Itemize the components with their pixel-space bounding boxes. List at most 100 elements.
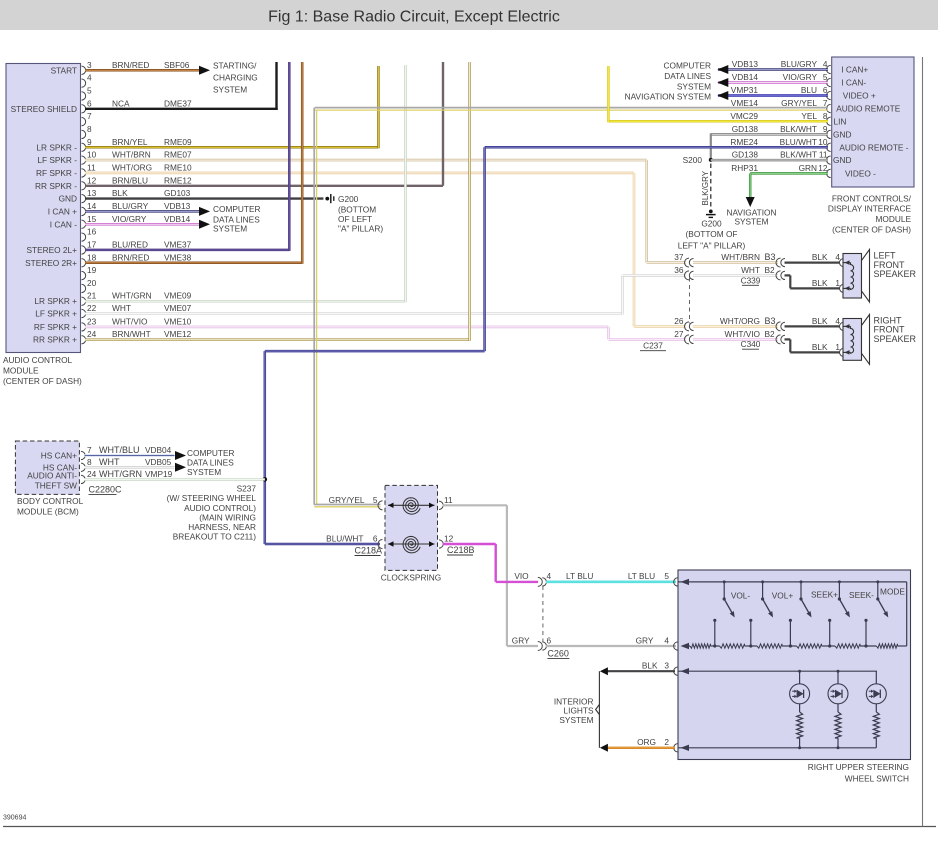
svg-text:GD138: GD138 [732, 150, 759, 160]
svg-text:6: 6 [823, 85, 828, 95]
svg-text:CLOCKSPRING: CLOCKSPRING [381, 573, 441, 583]
svg-text:GND: GND [833, 155, 851, 165]
svg-text:LEFT "A" PILLAR): LEFT "A" PILLAR) [678, 241, 746, 251]
svg-text:GD138: GD138 [732, 124, 759, 134]
svg-text:GRN: GRN [799, 163, 817, 173]
svg-text:GRY/YEL: GRY/YEL [781, 98, 817, 108]
svg-text:HS CAN+: HS CAN+ [41, 451, 77, 461]
svg-text:I CAN -: I CAN - [50, 219, 77, 229]
svg-text:WHT/VIO: WHT/VIO [112, 316, 148, 326]
svg-text:(W/ STEERING WHEEL: (W/ STEERING WHEEL [167, 493, 257, 503]
svg-text:C218B: C218B [447, 545, 475, 555]
svg-text:VDB05: VDB05 [145, 457, 172, 467]
svg-text:HARNESS, NEAR: HARNESS, NEAR [188, 522, 256, 532]
svg-text:BLK: BLK [642, 661, 658, 671]
svg-text:16: 16 [87, 227, 97, 237]
svg-text:STEREO 2L+: STEREO 2L+ [27, 245, 78, 255]
svg-text:VIO/GRY: VIO/GRY [783, 72, 818, 82]
svg-text:WHT: WHT [741, 265, 760, 275]
svg-text:6: 6 [547, 635, 552, 645]
svg-text:WHEEL SWITCH: WHEEL SWITCH [845, 773, 909, 783]
svg-text:FRONT CONTROLS/: FRONT CONTROLS/ [832, 193, 912, 203]
svg-text:SYSTEM: SYSTEM [213, 85, 247, 95]
svg-text:LF SPKR +: LF SPKR + [35, 309, 77, 319]
svg-text:VIO/GRY: VIO/GRY [112, 214, 147, 224]
svg-text:I CAN-: I CAN- [841, 78, 866, 88]
svg-text:RR SPKR -: RR SPKR - [35, 181, 77, 191]
svg-text:STEREO SHIELD: STEREO SHIELD [11, 104, 77, 114]
svg-text:BLK: BLK [812, 316, 828, 326]
svg-text:LR SPKR -: LR SPKR - [36, 142, 77, 152]
svg-text:BLU/GRY: BLU/GRY [112, 201, 149, 211]
svg-text:(BOTTOM OF: (BOTTOM OF [686, 229, 738, 239]
svg-text:RF SPKR +: RF SPKR + [34, 322, 77, 332]
svg-text:DATA LINES: DATA LINES [187, 458, 234, 468]
svg-text:SYSTEM: SYSTEM [734, 217, 768, 227]
svg-text:VIO: VIO [514, 571, 529, 581]
svg-text:OF LEFT: OF LEFT [338, 214, 372, 224]
svg-text:C2280C: C2280C [89, 484, 123, 494]
svg-text:(CENTER OF DASH): (CENTER OF DASH) [3, 376, 82, 386]
svg-text:3: 3 [664, 661, 669, 671]
svg-text:AUDIO CONTROL: AUDIO CONTROL [3, 355, 73, 365]
svg-text:8: 8 [823, 111, 828, 121]
svg-text:RME09: RME09 [164, 137, 192, 147]
svg-text:BRN/WHT: BRN/WHT [112, 329, 151, 339]
svg-text:VIDEO -: VIDEO - [845, 168, 876, 178]
svg-text:AUDIO ANTI-: AUDIO ANTI- [27, 470, 77, 480]
svg-text:24: 24 [87, 329, 97, 339]
svg-text:RR SPKR +: RR SPKR + [33, 335, 77, 345]
svg-text:23: 23 [87, 316, 97, 326]
svg-text:YEL: YEL [801, 111, 817, 121]
svg-text:RHP31: RHP31 [731, 163, 758, 173]
svg-text:11: 11 [87, 162, 96, 172]
svg-text:G200: G200 [701, 218, 722, 228]
svg-text:LIN: LIN [834, 116, 847, 126]
svg-text:LF SPKR -: LF SPKR - [37, 155, 77, 165]
svg-text:VDB14: VDB14 [732, 72, 759, 82]
svg-text:LIGHTS: LIGHTS [564, 706, 594, 716]
svg-text:DME37: DME37 [164, 98, 192, 108]
svg-text:C339: C339 [741, 275, 761, 285]
svg-text:COMPUTER: COMPUTER [187, 448, 234, 458]
svg-text:BRN/BLU: BRN/BLU [112, 175, 148, 185]
svg-text:4: 4 [87, 73, 92, 83]
svg-text:BLU/RED: BLU/RED [112, 239, 148, 249]
svg-text:RIGHT UPPER STEERING: RIGHT UPPER STEERING [808, 762, 909, 772]
svg-text:I CAN +: I CAN + [48, 206, 77, 216]
svg-text:5: 5 [823, 72, 828, 82]
svg-text:4: 4 [823, 59, 828, 69]
svg-text:BLK: BLK [812, 278, 828, 288]
svg-text:RME24: RME24 [730, 137, 758, 147]
svg-text:WHT/VIO: WHT/VIO [725, 329, 761, 339]
svg-text:AUDIO CONTROL): AUDIO CONTROL) [184, 503, 256, 513]
svg-text:MODULE: MODULE [3, 366, 39, 376]
svg-text:WHT/ORG: WHT/ORG [720, 316, 760, 326]
svg-text:10: 10 [87, 150, 97, 160]
svg-text:BLU/GRY: BLU/GRY [781, 59, 818, 69]
svg-text:2: 2 [664, 737, 669, 747]
svg-text:SYSTEM: SYSTEM [213, 224, 247, 234]
svg-text:3: 3 [87, 60, 92, 70]
svg-text:4: 4 [664, 635, 669, 645]
svg-text:VME07: VME07 [164, 303, 192, 313]
svg-text:9: 9 [87, 137, 92, 147]
svg-text:WHT/GRN: WHT/GRN [112, 291, 152, 301]
svg-text:VME10: VME10 [164, 316, 192, 326]
svg-text:(MAIN WIRING: (MAIN WIRING [199, 512, 256, 522]
svg-text:37: 37 [674, 252, 684, 262]
svg-text:17: 17 [87, 239, 97, 249]
svg-text:STARTING/: STARTING/ [213, 61, 257, 71]
svg-text:Fig 1: Base Radio Circuit, Exc: Fig 1: Base Radio Circuit, Except Electr… [268, 9, 560, 26]
svg-text:B2: B2 [765, 329, 776, 339]
svg-text:MODULE: MODULE [876, 214, 912, 224]
svg-text:C260: C260 [547, 648, 569, 658]
svg-text:VIDEO +: VIDEO + [843, 91, 876, 101]
svg-text:390694: 390694 [3, 815, 26, 822]
svg-text:B3: B3 [765, 252, 776, 262]
svg-text:SPEAKER: SPEAKER [874, 269, 917, 279]
svg-text:SYSTEM: SYSTEM [677, 82, 711, 92]
svg-text:BLK: BLK [812, 342, 828, 352]
svg-text:5: 5 [664, 571, 669, 581]
svg-text:GRY: GRY [636, 635, 654, 645]
